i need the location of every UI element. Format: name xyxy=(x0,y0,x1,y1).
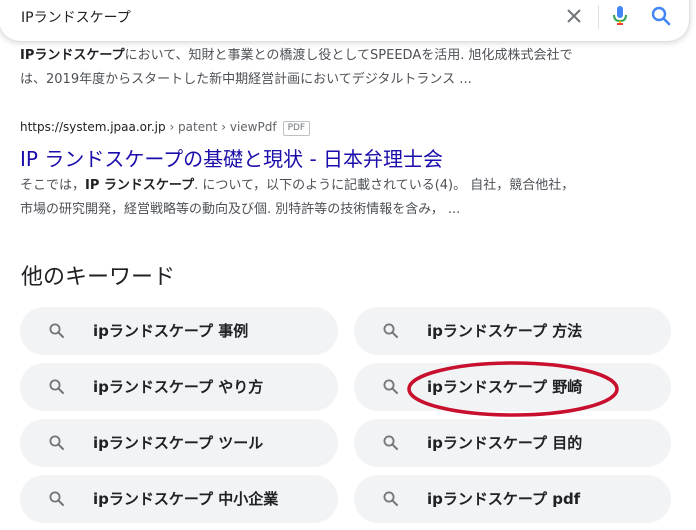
result-snippet: そこでは，IP ランドスケープ. について，以下のように記載されている(4)。 … xyxy=(20,174,640,222)
search-icon xyxy=(383,379,398,394)
related-keyword-chip[interactable]: ipランドスケープ 事例 xyxy=(20,307,338,355)
result-cite[interactable]: https://system.jpaa.or.jp › patent › vie… xyxy=(20,120,311,136)
snippet-line: 市場の研究開発，経営戦略等の動向及び個. 別特許等の技術情報を含み， ... xyxy=(20,202,461,217)
search-icon[interactable] xyxy=(650,5,672,27)
chip-label: ipランドスケープ 中小企業 xyxy=(93,490,279,508)
chip-label: ipランドスケープ やり方 xyxy=(93,378,264,396)
search-icon xyxy=(49,435,64,450)
snippet-line: は、2019年度からスタートした新中期経営計画においてデジタルトランス ... xyxy=(20,72,472,87)
search-icon xyxy=(49,379,64,394)
search-input[interactable]: IPランドスケープ xyxy=(21,7,131,27)
chip-label: ipランドスケープ pdf xyxy=(427,490,581,508)
snippet-line: そこでは，IP ランドスケープ. について，以下のように記載されている(4)。 … xyxy=(20,174,640,198)
snippet-line: IPランドスケープにおいて、知財と事業との橋渡し役としてSPEEDAを活用. 旭… xyxy=(20,44,640,68)
search-bar[interactable]: IPランドスケープ xyxy=(0,0,690,42)
file-type-badge: PDF xyxy=(282,121,311,136)
related-keywords-heading: 他のキーワード xyxy=(21,265,176,290)
search-icon xyxy=(49,323,64,338)
close-icon[interactable] xyxy=(565,7,583,25)
snippet-text: . について，以下のように記載されている(4)。 自社，競合他社， xyxy=(194,178,575,193)
search-icon xyxy=(383,491,398,506)
chip-label: ipランドスケープ 目的 xyxy=(427,434,583,452)
search-icon xyxy=(49,491,64,506)
related-keyword-chip-highlighted[interactable]: ipランドスケープ 野崎 xyxy=(354,363,671,411)
search-icon xyxy=(383,435,398,450)
chip-label: ipランドスケープ ツール xyxy=(93,434,264,452)
chip-label: ipランドスケープ 事例 xyxy=(93,322,249,340)
search-bar-divider xyxy=(598,5,599,29)
search-icon xyxy=(383,323,398,338)
result-snippet: IPランドスケープにおいて、知財と事業との橋渡し役としてSPEEDAを活用. 旭… xyxy=(20,44,640,92)
search-results-page: IPランドスケープ IPランドスケープにおいて、知財と事業との橋渡し役としてSP… xyxy=(0,0,696,530)
chip-label: ipランドスケープ 方法 xyxy=(427,322,583,340)
related-keyword-chip[interactable]: ipランドスケープ やり方 xyxy=(20,363,338,411)
snippet-keyword: IP ランドスケープ xyxy=(85,178,195,193)
chip-label: ipランドスケープ 野崎 xyxy=(427,378,583,396)
cite-domain: https://system.jpaa.or.jp xyxy=(20,120,166,134)
cite-path: › patent › viewPdf xyxy=(165,120,277,134)
snippet-keyword: IPランドスケープ xyxy=(20,48,125,63)
related-keyword-chip[interactable]: ipランドスケープ 方法 xyxy=(354,307,671,355)
snippet-text: において、知財と事業との橋渡し役としてSPEEDAを活用. 旭化成株式会社で xyxy=(124,48,573,63)
related-keyword-chip[interactable]: ipランドスケープ 目的 xyxy=(354,419,671,467)
snippet-text: そこでは， xyxy=(20,178,86,193)
related-keyword-chip[interactable]: ipランドスケープ pdf xyxy=(354,475,671,523)
related-keyword-chip[interactable]: ipランドスケープ 中小企業 xyxy=(20,475,338,523)
related-keyword-chip[interactable]: ipランドスケープ ツール xyxy=(20,419,338,467)
result-title-link[interactable]: IP ランドスケープの基礎と現状 - 日本弁理士会 xyxy=(20,143,443,172)
microphone-icon[interactable] xyxy=(611,4,629,28)
